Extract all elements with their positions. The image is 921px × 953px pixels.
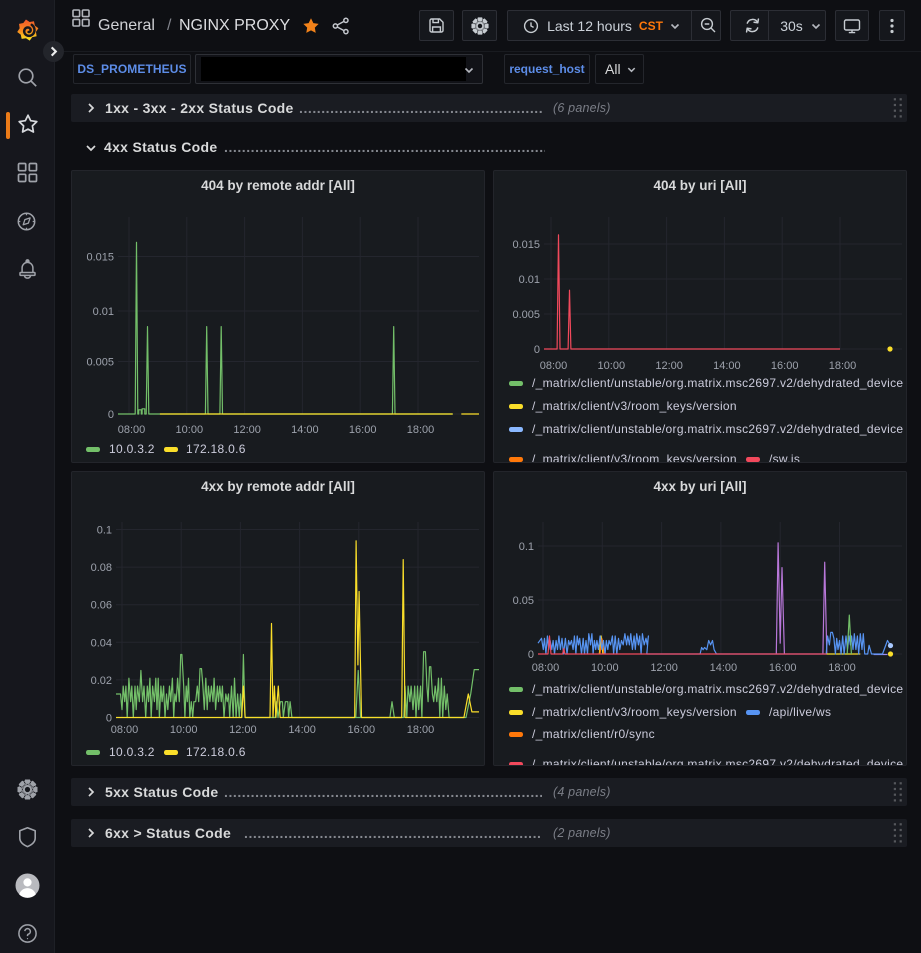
svg-text:08:00: 08:00 — [540, 360, 568, 372]
svg-text:0.08: 0.08 — [91, 562, 112, 574]
svg-text:12:00: 12:00 — [229, 724, 257, 736]
svg-text:16:00: 16:00 — [769, 662, 797, 674]
svg-text:0.1: 0.1 — [97, 525, 112, 537]
svg-text:0.1: 0.1 — [519, 541, 534, 553]
svg-text:0: 0 — [534, 344, 540, 356]
svg-text:10:00: 10:00 — [598, 360, 626, 372]
svg-text:16:00: 16:00 — [349, 424, 377, 436]
svg-text:18:00: 18:00 — [829, 360, 857, 372]
svg-text:10:00: 10:00 — [176, 424, 204, 436]
svg-text:0.015: 0.015 — [86, 252, 114, 264]
svg-text:10:00: 10:00 — [170, 724, 198, 736]
svg-text:16:00: 16:00 — [348, 724, 376, 736]
svg-text:0: 0 — [106, 713, 112, 725]
svg-text:14:00: 14:00 — [710, 662, 738, 674]
svg-text:0.005: 0.005 — [512, 309, 540, 321]
svg-text:08:00: 08:00 — [118, 424, 146, 436]
svg-text:10:00: 10:00 — [591, 662, 619, 674]
svg-text:14:00: 14:00 — [713, 360, 741, 372]
svg-text:08:00: 08:00 — [111, 724, 139, 736]
svg-text:0.005: 0.005 — [86, 357, 114, 369]
svg-text:12:00: 12:00 — [655, 360, 683, 372]
svg-text:0.05: 0.05 — [513, 595, 534, 607]
svg-text:0.01: 0.01 — [93, 306, 114, 318]
svg-text:0: 0 — [528, 649, 534, 661]
svg-text:12:00: 12:00 — [650, 662, 678, 674]
svg-text:08:00: 08:00 — [532, 662, 560, 674]
svg-text:18:00: 18:00 — [407, 724, 435, 736]
svg-text:18:00: 18:00 — [828, 662, 856, 674]
svg-text:0.04: 0.04 — [91, 637, 112, 649]
svg-text:0.015: 0.015 — [512, 239, 540, 251]
svg-text:14:00: 14:00 — [291, 424, 319, 436]
svg-text:0.02: 0.02 — [91, 675, 112, 687]
svg-text:0: 0 — [108, 409, 114, 421]
svg-text:0.01: 0.01 — [519, 274, 540, 286]
svg-text:18:00: 18:00 — [407, 424, 435, 436]
svg-text:14:00: 14:00 — [288, 724, 316, 736]
svg-text:12:00: 12:00 — [233, 424, 261, 436]
svg-text:0.06: 0.06 — [91, 600, 112, 612]
svg-text:16:00: 16:00 — [771, 360, 799, 372]
